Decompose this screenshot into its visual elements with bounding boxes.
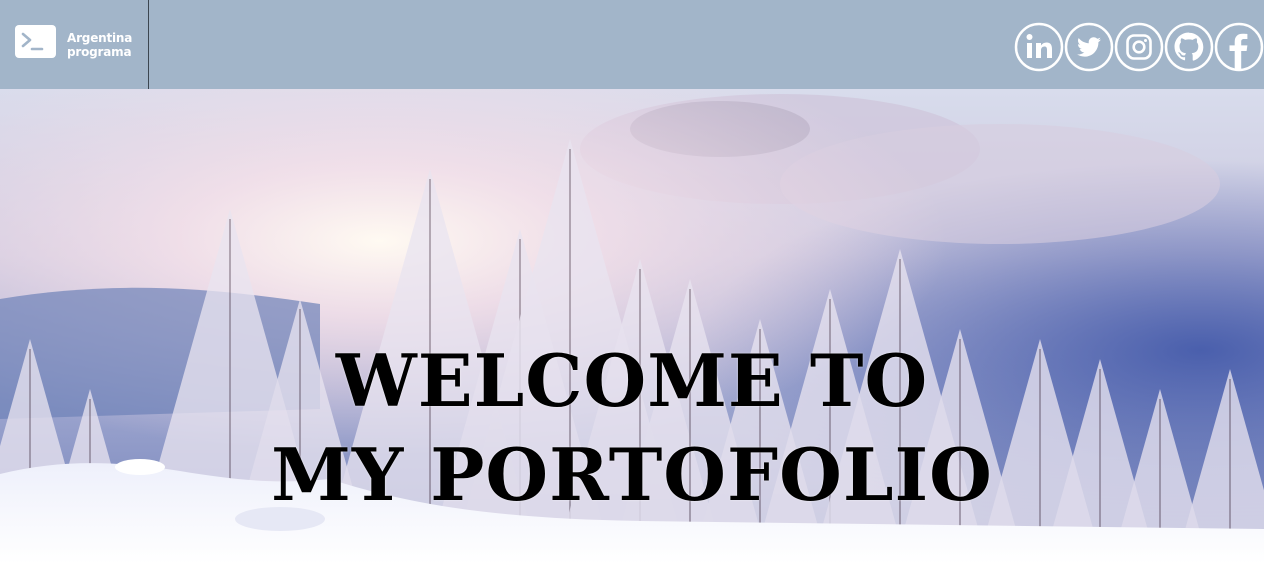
instagram-icon	[1114, 22, 1164, 72]
terminal-prompt-icon	[15, 25, 56, 58]
instagram-link[interactable]	[1114, 21, 1164, 73]
hero-title: WELCOME TO MY PORTOFOLIO	[0, 334, 1264, 522]
github-icon	[1164, 22, 1214, 72]
brand-logo[interactable]: Argentina programa	[0, 0, 149, 89]
brand-name-line2: programa	[67, 45, 132, 59]
linkedin-link[interactable]	[1014, 21, 1064, 73]
top-navbar: Argentina programa	[0, 0, 1264, 89]
twitter-icon	[1064, 22, 1114, 72]
github-link[interactable]	[1164, 21, 1214, 73]
twitter-link[interactable]	[1064, 21, 1114, 73]
linkedin-icon	[1014, 22, 1064, 72]
hero-title-line2: MY PORTOFOLIO	[271, 432, 993, 518]
hero-section: WELCOME TO MY PORTOFOLIO	[0, 89, 1264, 564]
brand-name-line1: Argentina	[67, 31, 133, 45]
social-links	[1014, 21, 1264, 73]
facebook-link[interactable]	[1214, 21, 1264, 73]
hero-title-line1: WELCOME TO	[335, 338, 929, 424]
facebook-icon	[1214, 22, 1264, 72]
brand-name: Argentina programa	[67, 31, 132, 59]
